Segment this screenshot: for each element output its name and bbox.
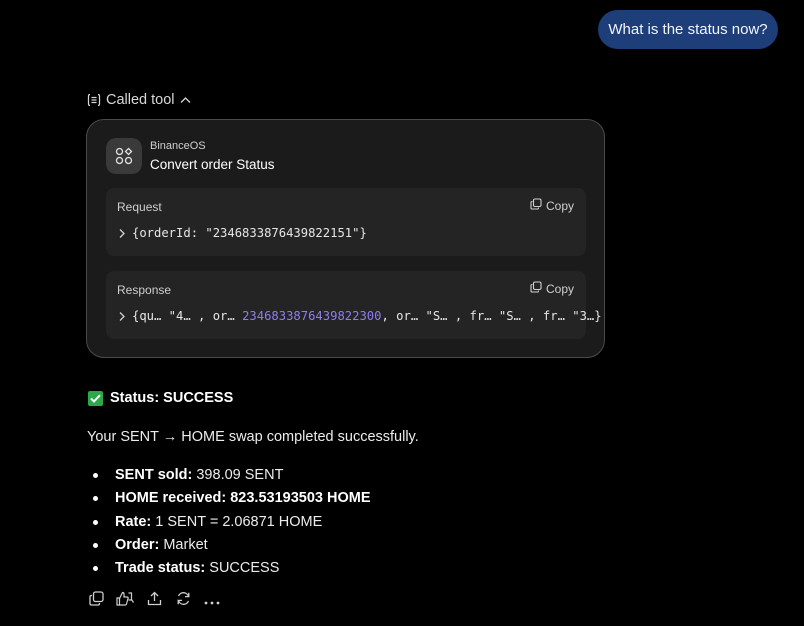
response-order-id: 2346833876439822300 [242,309,382,323]
chevron-right-icon[interactable] [118,228,126,239]
chevron-up-icon [180,96,191,104]
tool-action-name: Convert order Status [150,156,275,172]
list-item-key: Trade status: [115,560,206,577]
request-body: {orderId: "2346833876439822151"} [118,226,367,240]
regenerate-icon [176,591,191,611]
copy-icon [88,591,104,611]
share-icon [147,591,162,611]
copy-icon [530,281,542,296]
share-button[interactable] [145,591,163,611]
called-tool-toggle[interactable]: Called tool [87,90,191,110]
binance-os-icon [106,138,142,174]
request-json: {orderId: "2346833876439822151"} [132,226,367,240]
regenerate-button[interactable] [174,592,192,610]
list-item-key: Rate: [115,513,152,530]
list-item-key: SENT sold: [115,467,193,483]
list-item: SENT sold: 398.09 SENT [92,464,371,487]
list-item: Trade status: SUCCESS [92,557,371,580]
request-copy-label: Copy [545,198,574,213]
summary-text: Your SENT → HOME swap completed successf… [87,429,419,445]
list-item-value: 1 SENT = 2.06871 HOME [151,513,323,530]
called-tool-label: Called tool [106,92,175,108]
tool-provider: BinanceOS [150,139,206,152]
response-json-part1: {qu… "4… , or… [132,309,243,323]
list-item: Rate: 1 SENT = 2.06871 HOME [92,511,371,534]
list-item-key: Order: [115,536,160,553]
check-icon [88,390,103,406]
copy-icon [530,198,542,213]
list-item-key: HOME received: 823.53193503 HOME [115,490,371,507]
user-message-text: What is the status now? [608,21,768,38]
list-item: Order: Market [92,534,371,557]
tool-call-card: BinanceOS Convert order Status Request C… [86,119,605,358]
response-json: {qu… "4… , or… 2346833876439822300, or… … [132,309,602,323]
list-item-value: 398.09 SENT [192,467,284,483]
status-heading: Status: SUCCESS [88,390,233,406]
thumbs-up-icon [115,591,135,612]
feedback-button[interactable] [115,591,135,612]
request-panel: Request Copy {orderId: "2346833876439822… [106,188,586,256]
user-message-bubble: What is the status now? [598,10,778,49]
tool-list-icon [87,93,101,107]
result-list: SENT sold: 398.09 SENT HOME received: 82… [92,464,371,580]
chevron-right-icon[interactable] [118,311,126,322]
request-copy-button[interactable]: Copy [530,198,574,213]
response-copy-button[interactable]: Copy [530,281,574,296]
response-copy-label: Copy [545,281,574,296]
message-actions [87,591,221,612]
response-label: Response [117,283,172,297]
status-label: Status: SUCCESS [110,390,234,406]
response-body: {qu… "4… , or… 2346833876439822300, or… … [118,309,602,323]
request-label: Request [117,200,162,214]
tool-header: BinanceOS Convert order Status [106,138,275,174]
more-icon [204,592,220,610]
response-json-part2: , or… "S… , fr… "S… , fr… "3…} [381,309,602,323]
list-item: HOME received: 823.53193503 HOME [92,487,371,510]
copy-message-button[interactable] [87,591,105,611]
list-item-value: Market [159,536,208,553]
list-item-value: SUCCESS [205,560,280,577]
response-panel: Response Copy {qu… "4… , or… 23468338764… [106,271,602,339]
more-options-button[interactable] [203,592,221,610]
